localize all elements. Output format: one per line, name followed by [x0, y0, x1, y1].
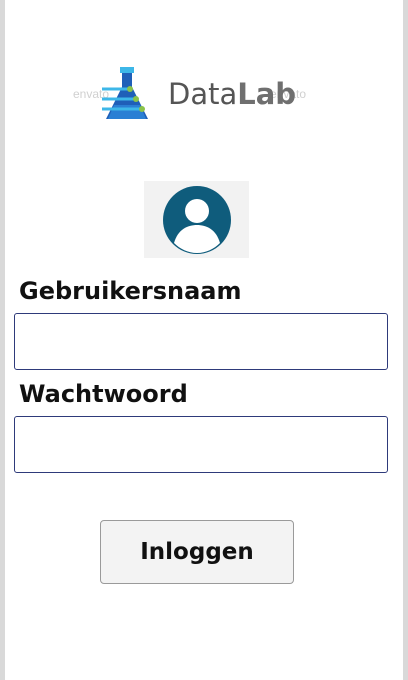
login-screen: envato envato DataLab Gebruikersnaam Wac…: [5, 0, 403, 680]
app-logo: envato envato DataLab: [65, 55, 325, 135]
logo-text-lab: Lab: [237, 77, 297, 111]
username-input[interactable]: [14, 313, 388, 370]
username-label: Gebruikersnaam: [19, 277, 242, 305]
password-input[interactable]: [14, 416, 388, 473]
logo-text-data: Data: [168, 77, 238, 111]
user-avatar-icon: [163, 186, 231, 254]
password-label: Wachtwoord: [19, 380, 188, 408]
flask-icon: [102, 67, 148, 119]
avatar: [144, 181, 249, 258]
logo-wordmark: DataLab: [168, 77, 296, 111]
login-button[interactable]: Inloggen: [100, 520, 294, 584]
